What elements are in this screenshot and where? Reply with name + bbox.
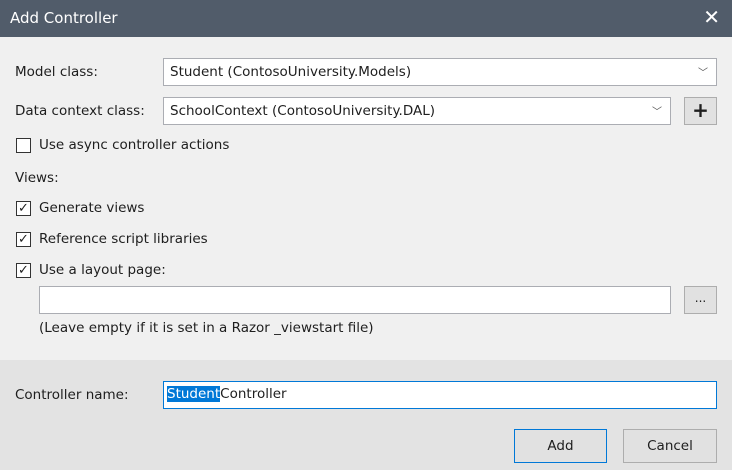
generate-views-label: Generate views [39, 200, 145, 216]
model-class-select[interactable]: Student (ContosoUniversity.Models) ﹀ [163, 58, 717, 86]
chevron-down-icon: ﹀ [698, 68, 708, 79]
data-context-label: Data context class: [15, 103, 145, 119]
async-checkbox[interactable] [16, 137, 31, 153]
chevron-down-icon: ﹀ [652, 107, 662, 118]
async-label: Use async controller actions [39, 137, 230, 153]
add-button[interactable]: Add [514, 429, 607, 463]
title-bar: Add Controller ✕ [0, 0, 732, 37]
reference-scripts-checkbox[interactable]: ✓ [16, 231, 31, 247]
add-data-context-button[interactable]: + [684, 97, 717, 125]
controller-name-selected-text: Student [167, 386, 221, 402]
layout-page-label: Use a layout page: [39, 262, 166, 278]
layout-page-checkbox[interactable]: ✓ [16, 262, 31, 278]
model-class-label: Model class: [15, 64, 98, 80]
layout-page-row[interactable]: ✓ Use a layout page: [16, 262, 166, 278]
async-checkbox-row[interactable]: Use async controller actions [16, 137, 229, 153]
layout-page-input[interactable] [39, 286, 671, 314]
controller-name-input[interactable]: StudentController [163, 381, 717, 409]
reference-scripts-row[interactable]: ✓ Reference script libraries [16, 231, 208, 247]
reference-scripts-label: Reference script libraries [39, 231, 208, 247]
controller-name-label: Controller name: [15, 387, 129, 403]
generate-views-checkbox[interactable]: ✓ [16, 200, 31, 216]
generate-views-row[interactable]: ✓ Generate views [16, 200, 144, 216]
layout-hint: (Leave empty if it is set in a Razor _vi… [39, 320, 374, 336]
controller-name-rest-text: Controller [220, 386, 287, 402]
data-context-value: SchoolContext (ContosoUniversity.DAL) [170, 103, 435, 119]
cancel-button[interactable]: Cancel [623, 429, 717, 463]
views-heading: Views: [15, 170, 59, 186]
dialog-title: Add Controller [10, 9, 118, 27]
browse-layout-button[interactable]: ... [684, 286, 717, 314]
close-icon[interactable]: ✕ [703, 5, 720, 29]
data-context-select[interactable]: SchoolContext (ContosoUniversity.DAL) ﹀ [163, 97, 671, 125]
model-class-value: Student (ContosoUniversity.Models) [170, 64, 412, 80]
